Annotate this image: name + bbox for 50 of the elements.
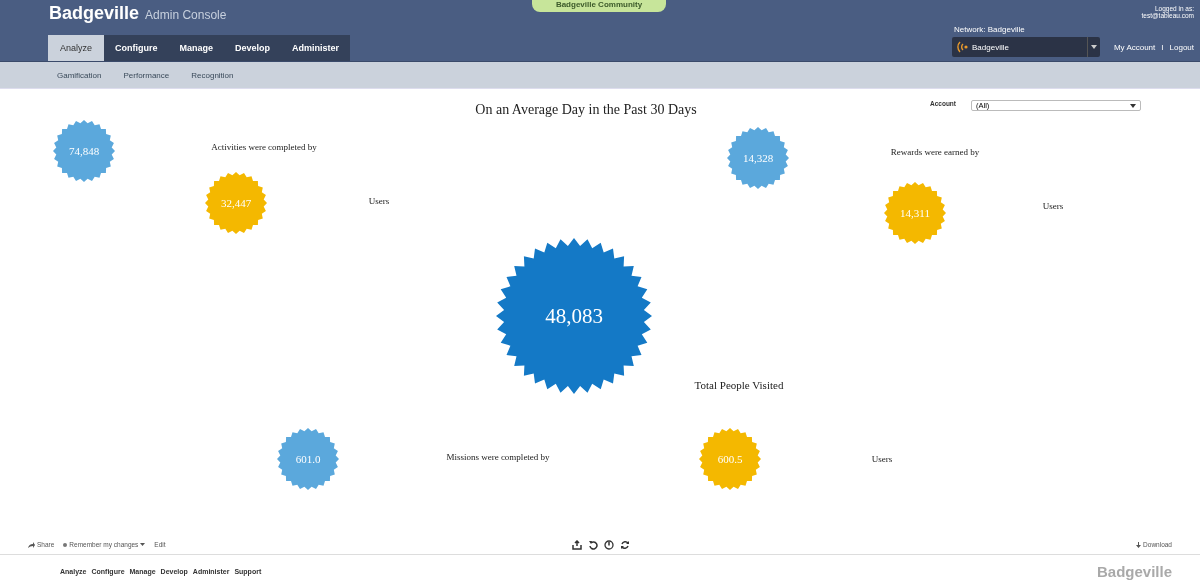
subnav-link[interactable]: Recognition — [191, 70, 234, 80]
caption: Users — [368, 196, 390, 206]
badge-icon — [884, 182, 946, 244]
caret-icon — [1130, 103, 1136, 108]
separator: I — [1161, 43, 1164, 52]
footer-logo: Badgeville — [1096, 562, 1172, 580]
caption: Activities were completed by — [211, 142, 317, 152]
logo: Badgeville — [49, 3, 140, 24]
power-icon[interactable] — [604, 540, 614, 550]
community-tab[interactable]: Badgeville Community — [532, 0, 666, 12]
caption: Rewards were earned by — [890, 147, 980, 157]
badge-icon — [496, 238, 652, 394]
undo-icon[interactable] — [588, 540, 598, 550]
download-icon — [1136, 541, 1142, 548]
network-label: Network: Badgeville — [954, 25, 1025, 34]
nav-tab[interactable]: Administer — [281, 35, 351, 61]
caret-icon — [140, 543, 146, 546]
badge-icon — [699, 428, 761, 490]
badge-icon — [205, 172, 267, 234]
logout-link[interactable]: Logout — [1169, 43, 1194, 52]
badge-value: 600.5 — [717, 453, 743, 465]
dot-icon — [63, 542, 68, 547]
export-icon[interactable] — [572, 540, 582, 550]
badge-value: 601.0 — [295, 453, 321, 465]
badge-icon — [53, 120, 115, 182]
caption: Missions were completed by — [446, 452, 550, 462]
nav-tab[interactable]: Manage — [168, 35, 225, 61]
caption: Users — [1042, 201, 1064, 211]
badge-icon — [727, 127, 789, 189]
network-select[interactable]: Badgeville — [952, 37, 1100, 57]
app-subtitle: Admin Console — [145, 8, 227, 22]
badge-value: 14,328 — [742, 152, 774, 164]
dashboard-title: On an Average Day in the Past 30 Days — [475, 102, 697, 118]
share-icon — [28, 541, 35, 548]
badge-value: 74,848 — [68, 145, 100, 157]
badge-value: 48,083 — [545, 303, 603, 329]
badge-icon — [277, 428, 339, 490]
caption: Users — [871, 454, 893, 464]
broadcast-icon — [955, 41, 969, 53]
subnav-link[interactable]: Gamification — [57, 70, 102, 80]
nav-tab[interactable]: Configure — [104, 35, 169, 61]
nav-tab[interactable]: Analyze — [48, 35, 105, 61]
subnav-link[interactable]: Performance — [123, 70, 170, 80]
caption: Total People Visited — [694, 379, 784, 391]
badge-value: 32,447 — [220, 197, 252, 209]
badge-value: 14,311 — [900, 207, 930, 219]
caret-icon — [1091, 45, 1097, 49]
refresh-icon[interactable] — [620, 540, 630, 550]
nav-tab[interactable]: Develop — [224, 35, 282, 61]
my-account-link[interactable]: My Account — [1113, 43, 1156, 52]
